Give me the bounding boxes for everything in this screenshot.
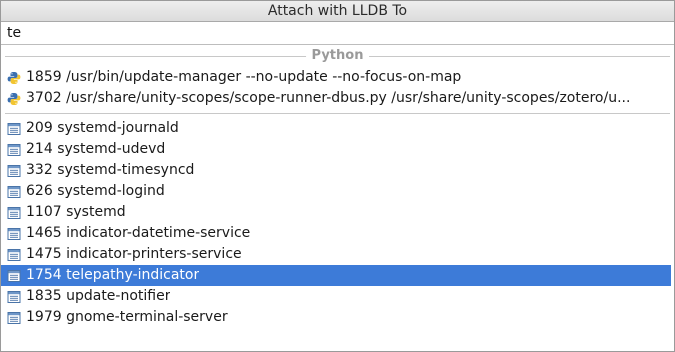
process-pid: 3702: [26, 90, 62, 106]
process-pid: 626: [26, 183, 53, 199]
process-command: telepathy-indicator: [66, 267, 200, 283]
process-row[interactable]: 626 systemd-logind: [1, 181, 671, 202]
process-pid: 214: [26, 141, 53, 157]
process-row[interactable]: 1754 telepathy-indicator: [1, 265, 671, 286]
process-row[interactable]: 332 systemd-timesyncd: [1, 160, 671, 181]
process-row[interactable]: 1835 update-notifier: [1, 286, 671, 307]
process-command: systemd-logind: [57, 183, 165, 199]
group-separator: [1, 109, 674, 118]
process-row[interactable]: 1979 gnome-terminal-server: [1, 307, 671, 328]
process-row[interactable]: 3702 /usr/share/unity-scopes/scope-runne…: [1, 88, 671, 109]
process-icon: [7, 164, 21, 178]
group-label: Python: [305, 48, 370, 63]
process-pid: 1107: [26, 204, 62, 220]
process-pid: 1979: [26, 309, 62, 325]
process-pid: 1754: [26, 267, 62, 283]
process-pid: 1835: [26, 288, 62, 304]
search-input[interactable]: te: [1, 22, 674, 45]
process-icon: [7, 311, 21, 325]
process-icon: [7, 206, 21, 220]
process-command: /usr/share/unity-scopes/scope-runner-dbu…: [66, 90, 631, 106]
dialog-title: Attach with LLDB To: [1, 1, 674, 22]
process-command: indicator-printers-service: [66, 246, 242, 262]
process-command: update-notifier: [66, 288, 171, 304]
process-pid: 1859: [26, 69, 62, 85]
process-row[interactable]: 1475 indicator-printers-service: [1, 244, 671, 265]
python-icon: [7, 71, 21, 85]
python-process-list: 1859 /usr/bin/update-manager --no-update…: [1, 67, 674, 109]
process-row[interactable]: 1465 indicator-datetime-service: [1, 223, 671, 244]
process-icon: [7, 248, 21, 262]
process-command: systemd: [66, 204, 126, 220]
process-command: gnome-terminal-server: [66, 309, 228, 325]
process-row[interactable]: 1859 /usr/bin/update-manager --no-update…: [1, 67, 671, 88]
process-row[interactable]: 1107 systemd: [1, 202, 671, 223]
process-command: systemd-timesyncd: [57, 162, 195, 178]
process-list: 209 systemd-journald 214 systemd-udevd 332…: [1, 118, 674, 328]
process-pid: 1465: [26, 225, 62, 241]
group-separator-python: Python: [1, 45, 674, 67]
process-icon: [7, 290, 21, 304]
process-command: indicator-datetime-service: [66, 225, 251, 241]
process-row[interactable]: 209 systemd-journald: [1, 118, 671, 139]
process-pid: 1475: [26, 246, 62, 262]
attach-dialog: Attach with LLDB To te Python 1859 /usr/…: [0, 0, 675, 352]
process-pid: 332: [26, 162, 53, 178]
process-icon: [7, 185, 21, 199]
process-icon: [7, 122, 21, 136]
process-command: systemd-udevd: [57, 141, 166, 157]
process-pid: 209: [26, 120, 53, 136]
process-command: systemd-journald: [57, 120, 179, 136]
python-icon: [7, 92, 21, 106]
process-command: /usr/bin/update-manager --no-update --no…: [66, 69, 462, 85]
process-icon: [7, 227, 21, 241]
process-row[interactable]: 214 systemd-udevd: [1, 139, 671, 160]
process-icon: [7, 269, 21, 283]
process-icon: [7, 143, 21, 157]
